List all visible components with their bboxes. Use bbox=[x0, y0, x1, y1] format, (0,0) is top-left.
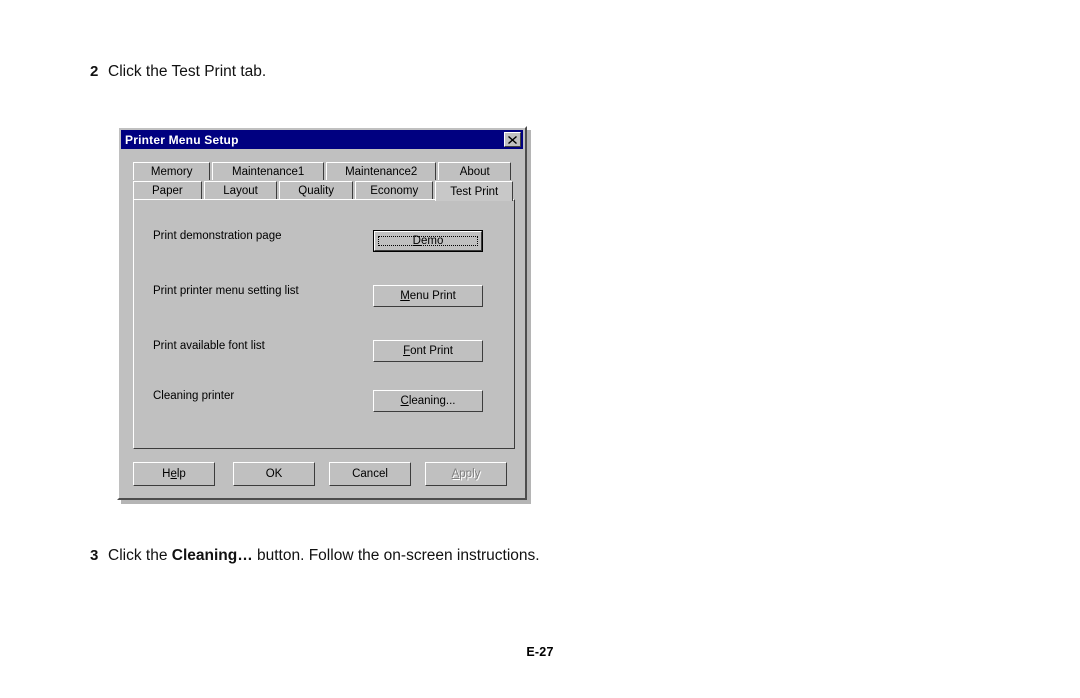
tab-layout-label: Layout bbox=[223, 184, 258, 197]
ok-button[interactable]: OK bbox=[233, 462, 315, 486]
tab-layout[interactable]: Layout bbox=[203, 181, 278, 199]
tab-strip: Memory Maintenance1 Maintenance2 About P… bbox=[133, 161, 514, 201]
page-number: E-27 bbox=[526, 645, 554, 659]
step-2-text: Click the Test Print tab. bbox=[108, 63, 267, 80]
ok-button-label: OK bbox=[265, 468, 283, 480]
menu-print-button[interactable]: Menu Print bbox=[373, 285, 483, 307]
tab-memory[interactable]: Memory bbox=[133, 162, 211, 180]
step-2: 2 Click the Test Print tab. bbox=[90, 61, 510, 82]
cancel-button[interactable]: Cancel bbox=[329, 462, 411, 486]
tab-memory-label: Memory bbox=[150, 165, 193, 178]
test-print-panel: Print demonstration page Demo Print prin… bbox=[133, 199, 515, 449]
tab-row-top: Memory Maintenance1 Maintenance2 About bbox=[133, 161, 513, 180]
tab-maintenance2-label: Maintenance2 bbox=[345, 165, 418, 178]
step-2-number: 2 bbox=[90, 63, 99, 80]
tab-maintenance1[interactable]: Maintenance1 bbox=[212, 162, 324, 180]
cleaning-button-label: Cleaning... bbox=[400, 395, 456, 407]
printer-menu-setup-dialog: Printer Menu Setup Memory Maintenance1 M… bbox=[117, 126, 527, 500]
label-print-printer-menu-setting-list: Print printer menu setting list bbox=[153, 285, 299, 297]
demo-button[interactable]: Demo bbox=[373, 230, 483, 252]
cleaning-button[interactable]: Cleaning... bbox=[373, 390, 483, 412]
tab-maintenance2[interactable]: Maintenance2 bbox=[325, 162, 437, 180]
tab-about[interactable]: About bbox=[438, 162, 511, 180]
label-print-available-font-list: Print available font list bbox=[153, 340, 265, 352]
step-3-text: Click the Cleaning… button. Follow the o… bbox=[108, 547, 540, 564]
tab-paper[interactable]: Paper bbox=[133, 181, 202, 199]
font-print-button-label: Font Print bbox=[403, 345, 453, 357]
demo-button-label: Demo bbox=[412, 235, 444, 247]
apply-button: Apply bbox=[425, 462, 507, 486]
manual-page: 2 Click the Test Print tab. Printer Menu… bbox=[0, 0, 1080, 698]
tab-economy[interactable]: Economy bbox=[354, 181, 434, 199]
apply-button-label: Apply bbox=[451, 468, 481, 480]
font-print-button[interactable]: Font Print bbox=[373, 340, 483, 362]
dialog-footer-buttons: Help OK Cancel Apply bbox=[133, 462, 515, 486]
tab-paper-label: Paper bbox=[152, 184, 183, 197]
help-button[interactable]: Help bbox=[133, 462, 215, 486]
dialog-title: Printer Menu Setup bbox=[125, 132, 239, 147]
dialog-titlebar[interactable]: Printer Menu Setup bbox=[121, 130, 523, 149]
tab-about-label: About bbox=[459, 165, 490, 178]
menu-print-button-label: Menu Print bbox=[400, 290, 456, 302]
tab-test-print[interactable]: Test Print bbox=[435, 181, 514, 201]
close-icon[interactable] bbox=[504, 132, 521, 147]
tab-maintenance1-label: Maintenance1 bbox=[232, 165, 305, 178]
label-print-demonstration-page: Print demonstration page bbox=[153, 230, 282, 242]
step-3-emphasis: Cleaning… bbox=[171, 547, 253, 564]
step-3: 3 Click the Cleaning… button. Follow the… bbox=[90, 545, 540, 566]
tab-row-bottom: Paper Layout Quality Economy Test Print bbox=[133, 180, 514, 201]
help-button-label: Help bbox=[162, 468, 186, 480]
tab-quality-label: Quality bbox=[298, 184, 335, 197]
label-cleaning-printer: Cleaning printer bbox=[153, 390, 235, 402]
tab-economy-label: Economy bbox=[370, 184, 419, 197]
tab-test-print-label: Test Print bbox=[450, 185, 499, 198]
tab-quality[interactable]: Quality bbox=[279, 181, 353, 199]
step-3-number: 3 bbox=[90, 547, 99, 564]
cancel-button-label: Cancel bbox=[352, 468, 388, 480]
